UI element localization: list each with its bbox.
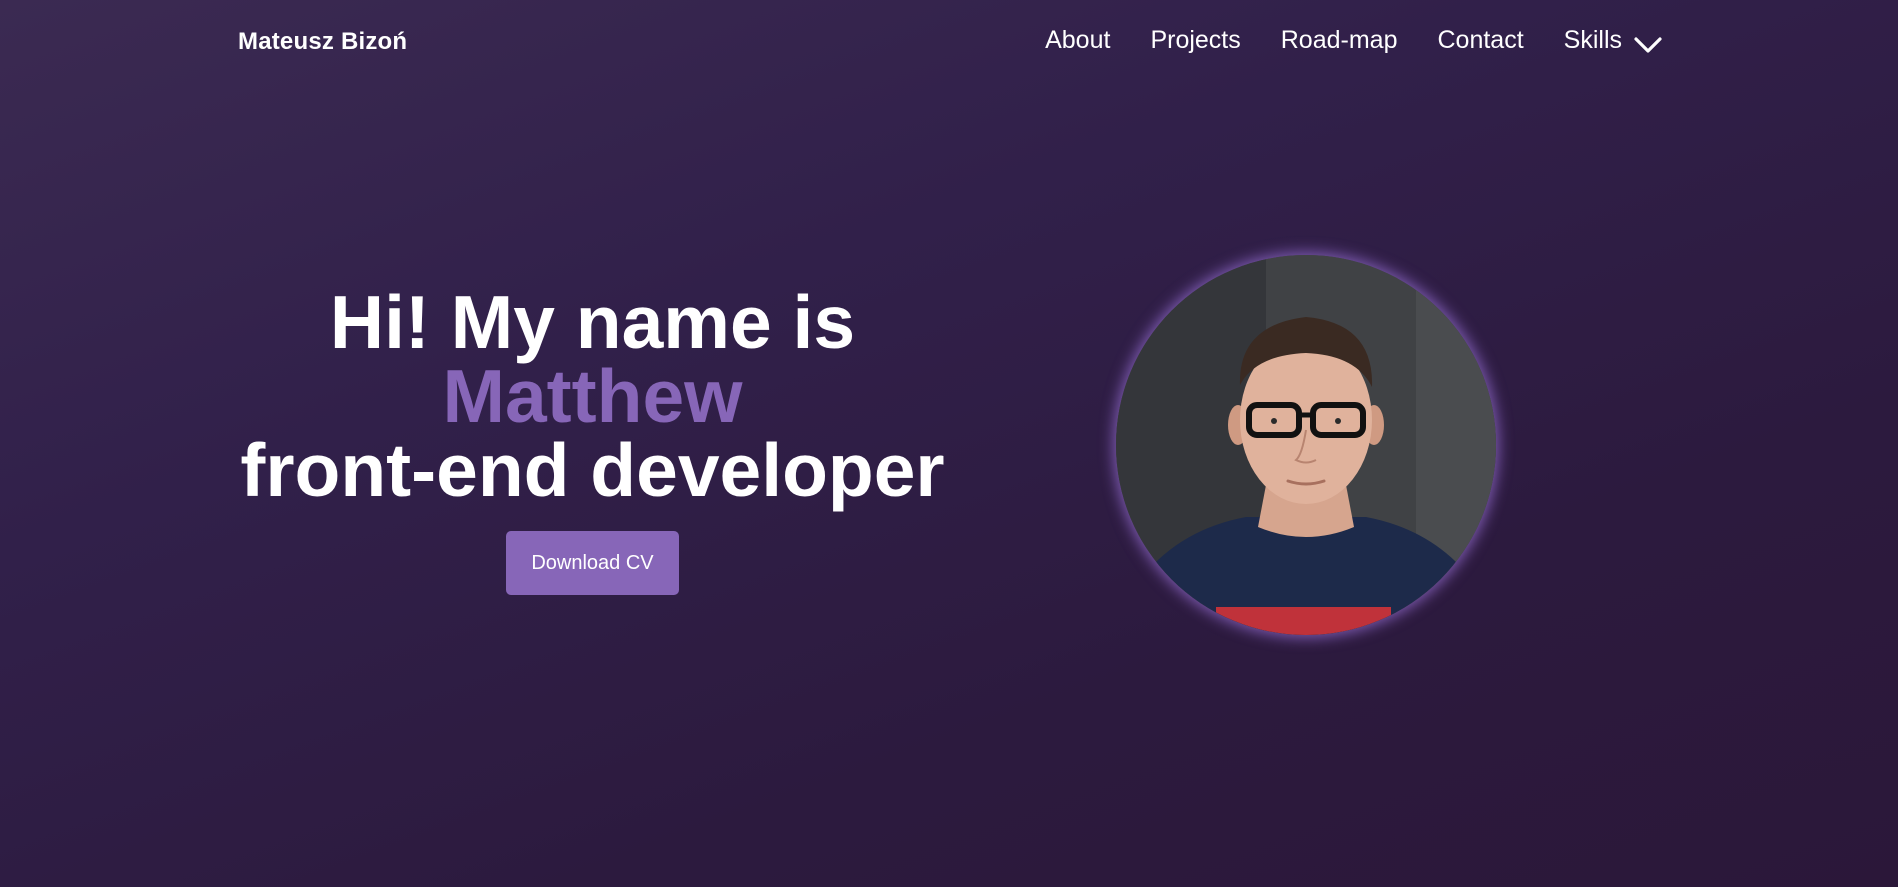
nav-link-road-map[interactable]: Road-map xyxy=(1281,26,1398,55)
nav-link-contact[interactable]: Contact xyxy=(1437,26,1523,55)
hero-greeting: Hi! My name is xyxy=(329,280,856,364)
nav-link-about[interactable]: About xyxy=(1045,26,1110,55)
download-cv-button[interactable]: Download CV xyxy=(506,531,679,595)
navbar: Mateusz Bizoń About Projects Road-map Co… xyxy=(0,0,1898,86)
chevron-down-icon xyxy=(1634,32,1662,53)
brand-logo[interactable]: Mateusz Bizoń xyxy=(238,28,407,56)
nav-link-skills-label: Skills xyxy=(1563,26,1622,54)
hero-role: front-end developer xyxy=(240,428,945,512)
profile-photo xyxy=(1116,255,1496,635)
nav-link-projects[interactable]: Projects xyxy=(1150,26,1240,55)
hero-name: Matthew xyxy=(442,354,743,438)
nav-links: About Projects Road-map Contact Skills xyxy=(1045,26,1662,55)
nav-skills-dropdown[interactable]: Skills xyxy=(1564,26,1662,55)
hero-section: Hi! My name is Matthew front-end develop… xyxy=(185,285,1000,595)
